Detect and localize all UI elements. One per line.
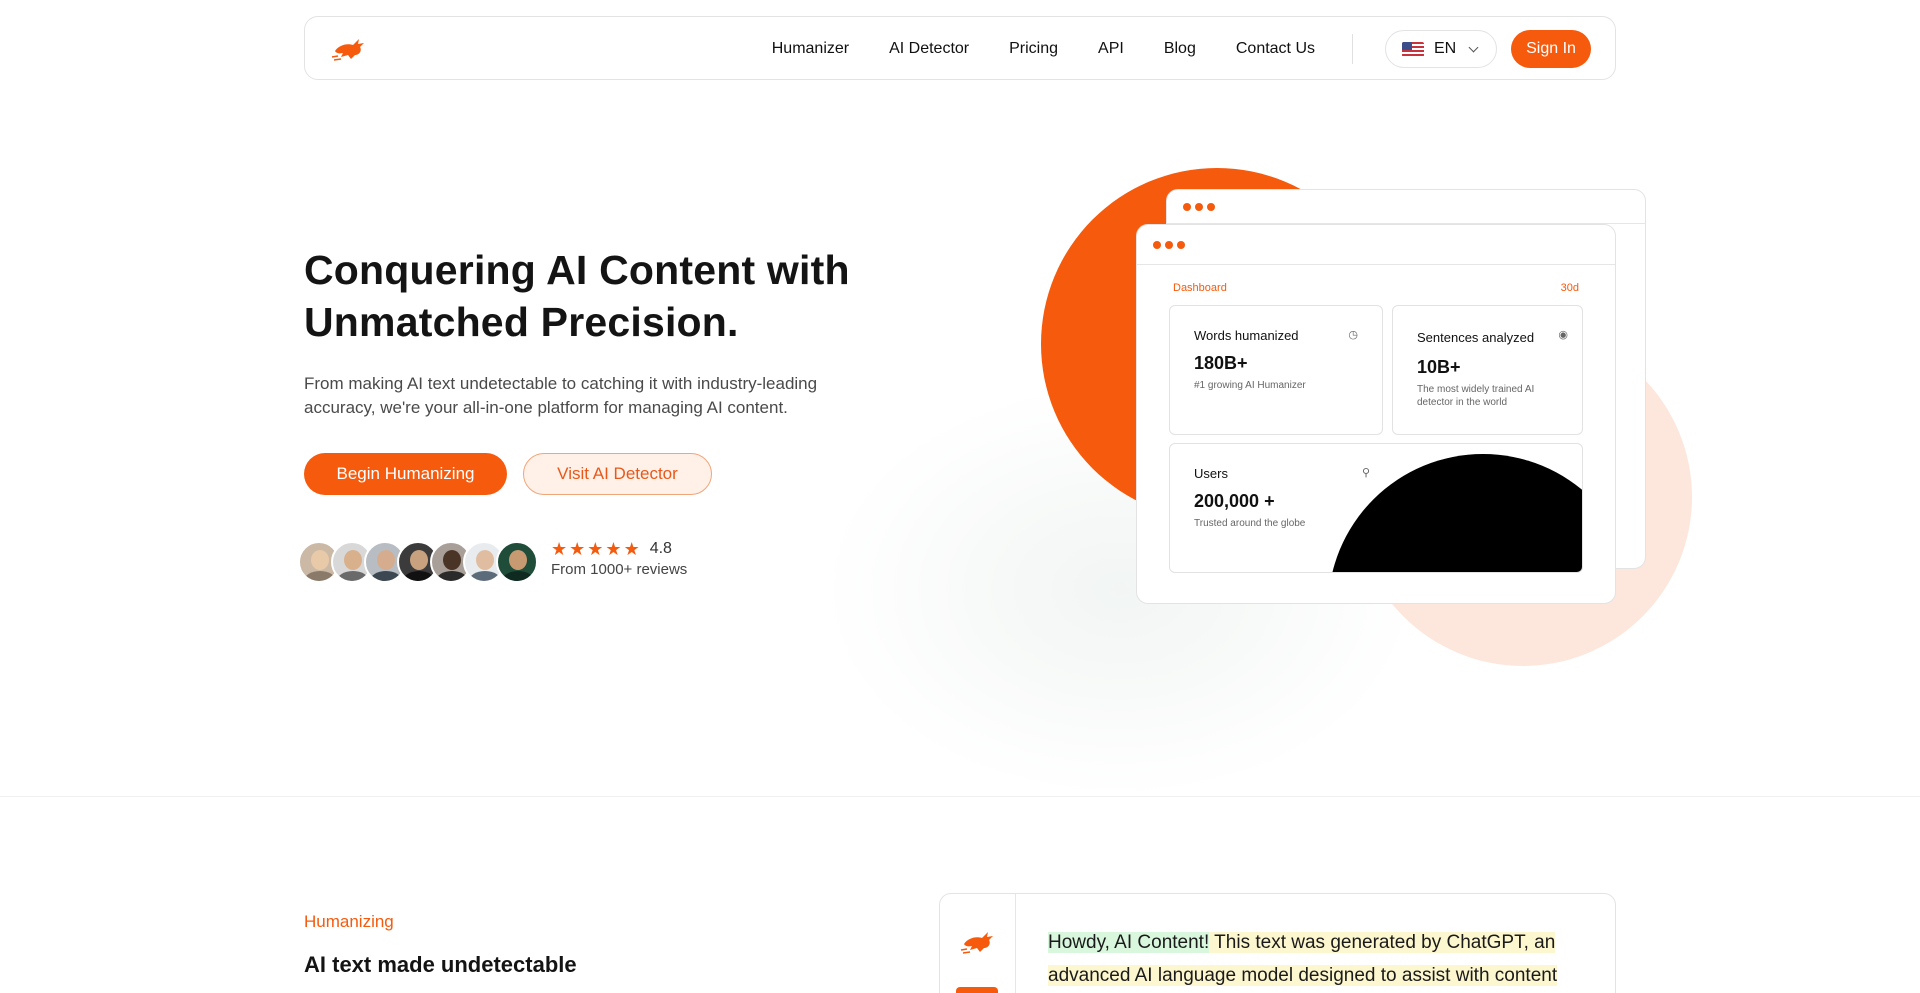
section-divider [0, 796, 1920, 797]
nav-links: Humanizer AI Detector Pricing API Blog C… [732, 17, 1315, 81]
stat-card-description: The most widely trained AI detector in t… [1417, 384, 1535, 408]
nav-link-ai-detector[interactable]: AI Detector [889, 40, 969, 58]
stat-card-value: 180B+ [1194, 353, 1248, 373]
reviews-count: From 1000+ reviews [551, 561, 688, 578]
us-flag-icon [1402, 41, 1424, 57]
star-icon: ★ [623, 539, 640, 559]
stat-card-words-humanized: Words humanized ◷ 180B+ #1 growing AI Hu… [1169, 305, 1383, 435]
dashboard-window: Dashboard 30d Words humanized ◷ 180B+ #1… [1136, 224, 1616, 604]
hero-subtitle: From making AI text undetectable to catc… [304, 374, 818, 417]
rabbit-logo-icon[interactable] [329, 31, 369, 65]
rabbit-logo-icon [960, 932, 993, 954]
language-label: EN [1434, 40, 1457, 57]
begin-humanizing-button[interactable]: Begin Humanizing [304, 453, 507, 495]
demo-sidebar-tab[interactable] [956, 987, 998, 993]
window-dot-icon [1195, 202, 1203, 211]
nav-link-humanizer[interactable]: Humanizer [772, 40, 849, 58]
hero-title: Conquering AI Content with Unmatched Pre… [304, 247, 850, 345]
nav-link-api[interactable]: API [1098, 40, 1124, 58]
window-titlebar [1167, 190, 1645, 224]
stat-card-description: Trusted around the globe [1194, 518, 1306, 529]
stat-card-title: Users [1194, 466, 1228, 481]
user-icon: ⚲ [1362, 467, 1371, 479]
stat-card-title: Sentences analyzed [1417, 330, 1535, 345]
stat-card-value: 10B+ [1417, 357, 1461, 377]
star-icon: ★ [551, 539, 568, 559]
demo-sidebar [940, 894, 1016, 993]
nav-link-pricing[interactable]: Pricing [1009, 40, 1058, 58]
humanizing-eyebrow: Humanizing [304, 912, 394, 931]
star-icon: ★ [605, 539, 622, 559]
chevron-down-icon [1468, 42, 1479, 52]
stat-card-description: #1 growing AI Humanizer [1194, 380, 1306, 391]
window-dot-icon [1165, 240, 1173, 249]
stat-card-title: Words humanized [1194, 328, 1299, 343]
nav-link-contact-us[interactable]: Contact Us [1236, 40, 1315, 58]
demo-text-highlight: Howdy, AI Content! [1048, 932, 1210, 953]
stat-card-users: Users ⚲ 200,000 + Trusted around the glo… [1169, 443, 1583, 573]
reviewer-avatars [298, 541, 538, 583]
dashboard-period: 30d [1560, 282, 1579, 294]
star-icon: ★ [587, 539, 604, 559]
window-dot-icon [1183, 202, 1191, 211]
rating-stars: ★ ★ ★ ★ ★ 4.8 [551, 540, 672, 558]
stat-card-sentences-analyzed: Sentences analyzed ◉ 10B+ The most widel… [1392, 305, 1583, 435]
window-dot-icon [1153, 240, 1161, 249]
eye-icon: ◉ [1558, 329, 1568, 341]
stat-card-value: 200,000 + [1194, 491, 1275, 511]
demo-text: Howdy, AI Content! This text was generat… [1048, 926, 1588, 992]
clock-icon: ◷ [1348, 329, 1358, 341]
window-dot-icon [1207, 202, 1215, 211]
nav-link-blog[interactable]: Blog [1164, 40, 1196, 58]
humanizing-title: AI text made undetectable [304, 952, 577, 977]
star-icon: ★ [569, 539, 586, 559]
nav-divider [1352, 34, 1353, 64]
sign-in-button[interactable]: Sign In [1511, 30, 1591, 68]
language-selector[interactable]: EN [1385, 30, 1497, 68]
avatar [496, 541, 538, 583]
top-navbar: Humanizer AI Detector Pricing API Blog C… [304, 16, 1616, 80]
rating-value: 4.8 [649, 540, 672, 557]
dashboard-label: Dashboard [1173, 282, 1227, 294]
window-dot-icon [1177, 240, 1185, 249]
visit-ai-detector-button[interactable]: Visit AI Detector [523, 453, 712, 495]
window-titlebar [1137, 225, 1615, 265]
humanizer-demo-panel: Howdy, AI Content! This text was generat… [939, 893, 1616, 993]
